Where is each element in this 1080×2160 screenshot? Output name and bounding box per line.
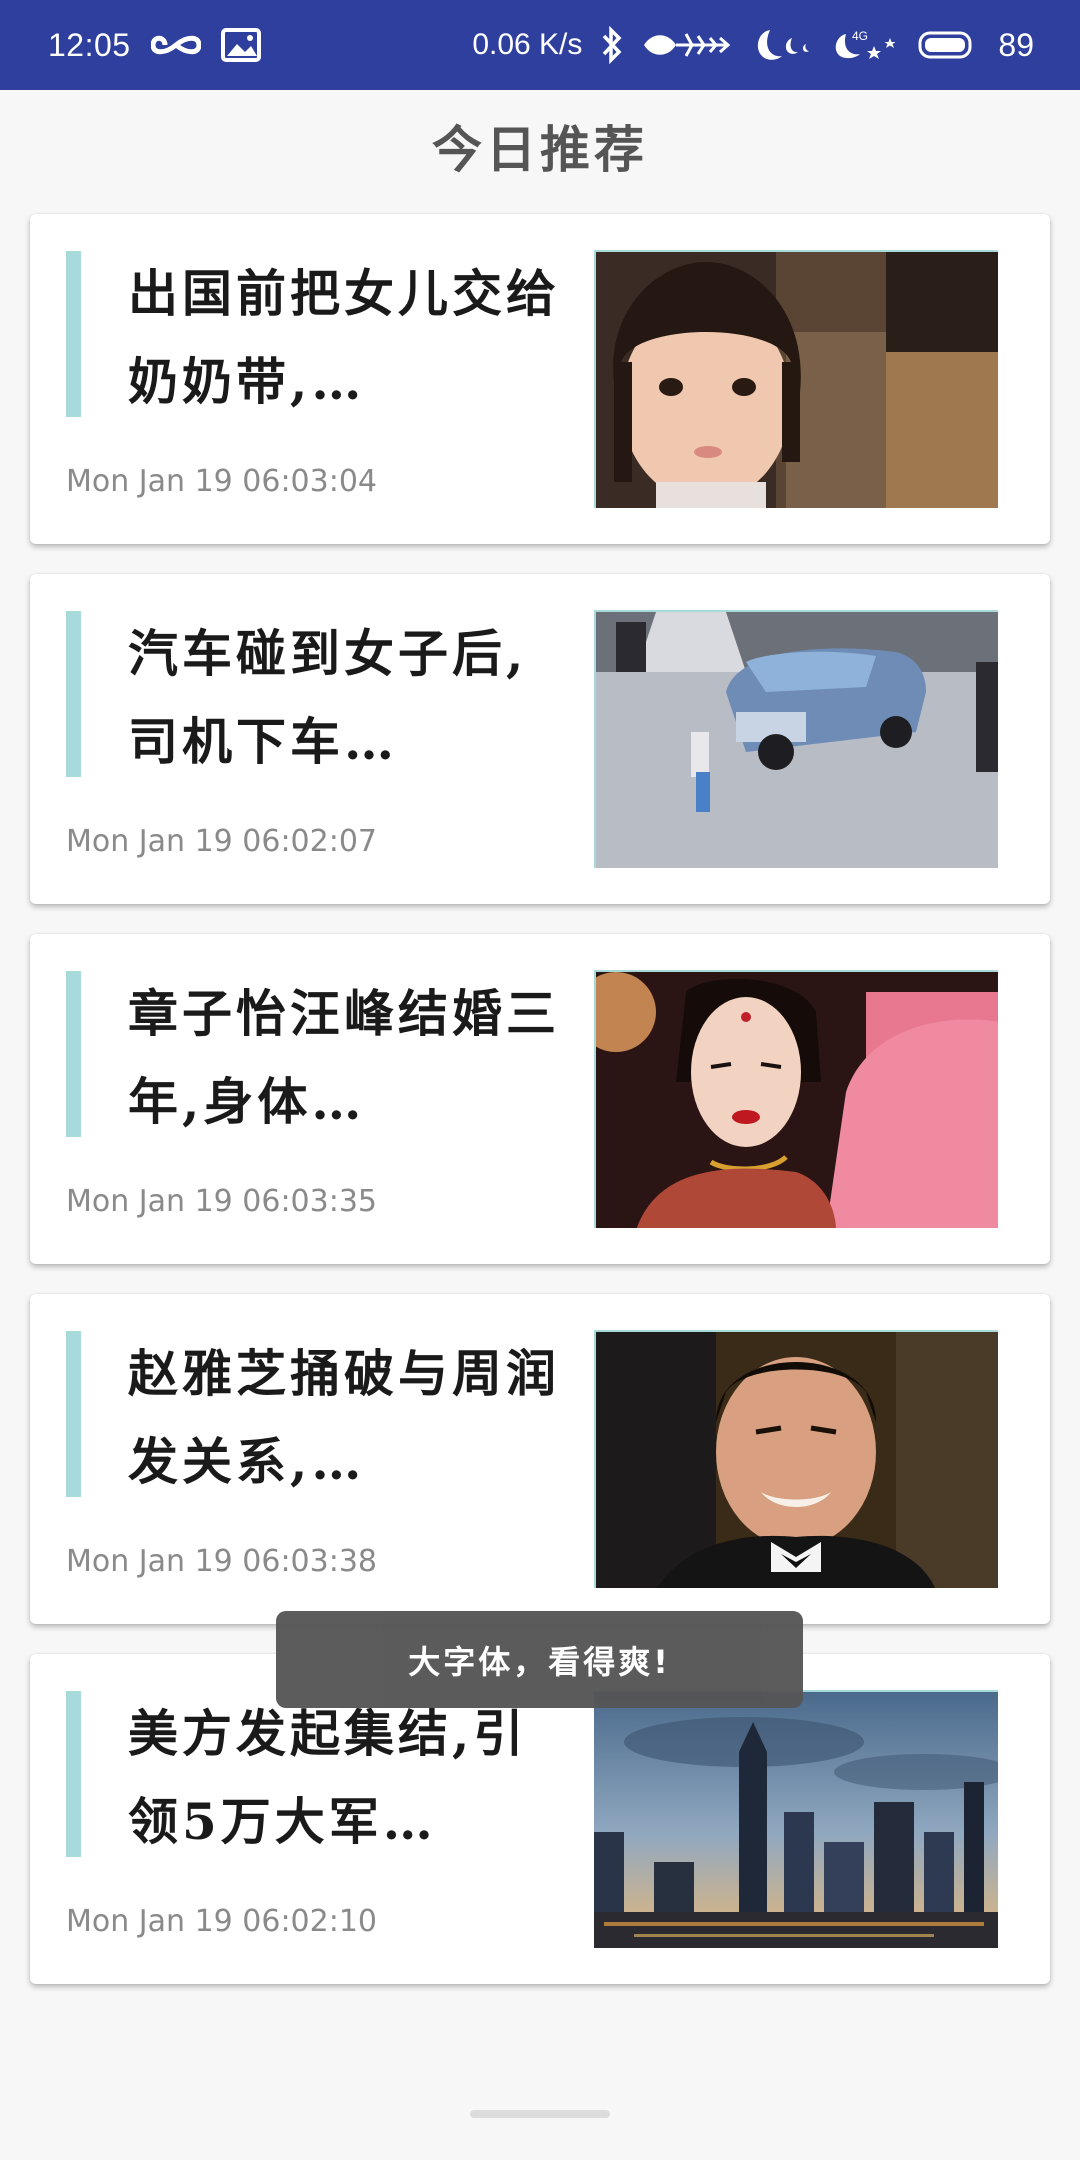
article-title: 章子怡汪峰结婚三年,身体… xyxy=(128,984,560,1131)
article-title: 汽车碰到女子后,司机下车… xyxy=(128,624,528,771)
image-icon xyxy=(220,28,261,62)
status-time: 12:05 xyxy=(48,26,131,63)
home-indicator[interactable] xyxy=(470,2110,610,2118)
moon-icon xyxy=(748,26,812,64)
article-timestamp: Mon Jan 19 06:03:38 xyxy=(66,1544,378,1579)
signal-4g-icon: 4G xyxy=(830,26,900,64)
article-timestamp: Mon Jan 19 06:03:04 xyxy=(66,464,378,499)
actor-smiling-image xyxy=(596,1332,998,1588)
article-thumbnail xyxy=(594,610,998,868)
fishbone-icon xyxy=(642,28,731,62)
card-accent-bar xyxy=(66,1691,81,1857)
page-title: 今日推荐 xyxy=(432,120,648,179)
article-title: 赵雅芝捅破与周润发关系,… xyxy=(128,1344,560,1491)
article-card[interactable]: 章子怡汪峰结婚三年,身体… Mon Jan 19 06:03:35 xyxy=(30,934,1050,1264)
article-list: 出国前把女儿交给奶奶带,… Mon Jan 19 06:03:04 汽车碰到女子… xyxy=(30,214,1050,2014)
card-accent-bar xyxy=(66,971,81,1137)
article-timestamp: Mon Jan 19 06:02:07 xyxy=(66,824,378,859)
article-thumbnail xyxy=(594,970,998,1228)
card-accent-bar xyxy=(66,1331,81,1497)
status-bar: 12:05 0.06 K/s 4G 89 xyxy=(0,0,1080,90)
article-timestamp: Mon Jan 19 06:03:35 xyxy=(66,1184,378,1219)
article-thumbnail xyxy=(594,1690,998,1948)
card-accent-bar xyxy=(66,611,81,777)
article-title: 美方发起集结,引领5万大军… xyxy=(128,1704,528,1851)
article-thumbnail xyxy=(594,1330,998,1588)
girl-portrait-image xyxy=(596,252,998,508)
battery-level: 89 xyxy=(998,26,1034,63)
article-card[interactable]: 汽车碰到女子后,司机下车… Mon Jan 19 06:02:07 xyxy=(30,574,1050,904)
network-speed: 0.06 K/s xyxy=(472,28,583,61)
car-street-image xyxy=(596,612,998,868)
infinity-icon xyxy=(150,30,201,60)
svg-text:4G: 4G xyxy=(852,29,868,43)
city-skyline-image xyxy=(594,1692,998,1948)
article-timestamp: Mon Jan 19 06:02:10 xyxy=(66,1904,378,1939)
article-card[interactable]: 出国前把女儿交给奶奶带,… Mon Jan 19 06:03:04 xyxy=(30,214,1050,544)
actress-image xyxy=(596,972,998,1228)
card-accent-bar xyxy=(66,251,81,417)
article-card[interactable]: 赵雅芝捅破与周润发关系,… Mon Jan 19 06:03:38 xyxy=(30,1294,1050,1624)
article-thumbnail xyxy=(594,250,998,508)
article-title: 出国前把女儿交给奶奶带,… xyxy=(128,264,560,411)
battery-icon xyxy=(918,30,976,60)
bluetooth-icon xyxy=(600,26,624,64)
toast-message: 大字体，看得爽! xyxy=(276,1611,803,1708)
